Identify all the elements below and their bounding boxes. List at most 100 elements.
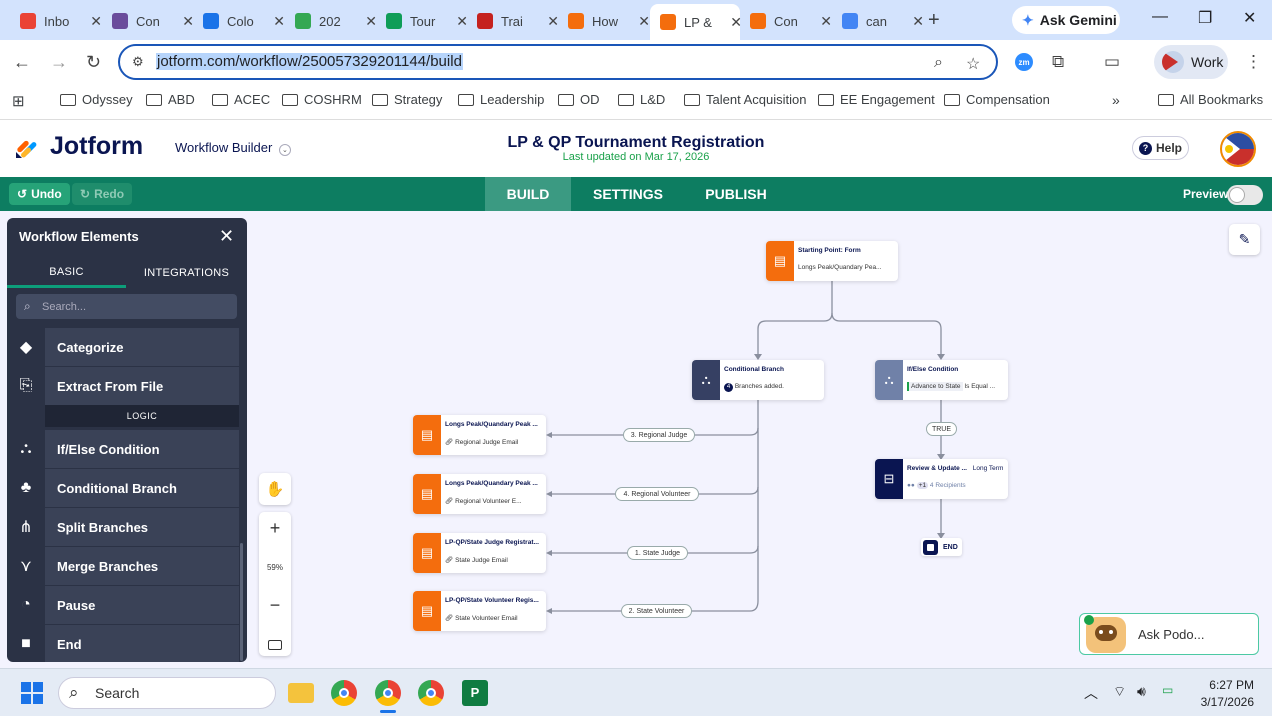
conditional-branch-node[interactable]: ⛬ Conditional Branch 4 Branches added. — [692, 360, 824, 400]
bookmark-folder[interactable]: OD — [558, 92, 600, 107]
close-window-icon[interactable]: ✕ — [1243, 8, 1256, 28]
bookmark-folder[interactable]: Leadership — [458, 92, 544, 107]
panel-item[interactable]: ⋎ Merge Branches — [7, 547, 239, 585]
tab-close-icon[interactable]: ✕ — [182, 13, 194, 30]
panel-item[interactable]: ◔ Pause — [7, 586, 239, 624]
browser-tab[interactable]: 202 ✕ — [295, 8, 377, 34]
tab-close-icon[interactable]: ✕ — [730, 14, 742, 31]
browser-tab[interactable]: LP & ✕ — [650, 4, 742, 40]
bookmark-star-icon[interactable]: ☆ — [966, 54, 980, 74]
tab-close-icon[interactable]: ✕ — [820, 13, 832, 30]
restore-icon[interactable]: ❐ — [1198, 8, 1212, 28]
windows-start-icon[interactable] — [21, 682, 43, 704]
tab-settings[interactable]: SETTINGS — [578, 177, 678, 211]
tab-close-icon[interactable]: ✕ — [456, 13, 468, 30]
branch-label-pill[interactable]: 4. Regional Volunteer — [615, 487, 699, 501]
cast-tab-icon[interactable]: ▭ — [1104, 52, 1120, 72]
bookmark-folder[interactable]: COSHRM — [282, 92, 362, 107]
panel-item[interactable]: ⛬ If/Else Condition — [7, 430, 239, 468]
more-bookmarks-chevron-icon[interactable]: » — [1112, 92, 1120, 108]
panel-item[interactable]: ⎘ Extract From File — [7, 367, 239, 405]
tab-close-icon[interactable]: ✕ — [912, 13, 924, 30]
zoom-in-icon[interactable]: + — [270, 518, 281, 539]
bookmark-folder[interactable]: EE Engagement — [818, 92, 935, 107]
address-bar[interactable]: ⚙ jotform.com/workflow/250057329201144/b… — [118, 44, 998, 80]
system-clock[interactable]: 6:27 PM 3/17/2026 — [1198, 677, 1254, 711]
wifi-icon[interactable]: ⌔ — [1113, 683, 1126, 701]
user-avatar[interactable] — [1220, 131, 1256, 167]
tab-build[interactable]: BUILD — [485, 177, 571, 211]
forward-arrow-icon[interactable]: → — [50, 52, 68, 73]
reload-icon[interactable]: ↻ — [86, 52, 101, 73]
end-node[interactable]: END — [921, 538, 962, 556]
redo-button[interactable]: ↻ Redo — [72, 183, 133, 205]
extensions-puzzle-icon[interactable]: ⧉ — [1052, 52, 1064, 72]
theme-brush-icon[interactable]: ✎ — [1229, 224, 1260, 255]
bookmark-folder[interactable]: L&D — [618, 92, 665, 107]
browser-tab[interactable]: How ✕ — [568, 8, 650, 34]
help-button[interactable]: ? Help — [1132, 136, 1189, 160]
browser-tab[interactable]: Tour ✕ — [386, 8, 468, 34]
tab-close-icon[interactable]: ✕ — [638, 13, 650, 30]
if-else-node[interactable]: ⛬ If/Else Condition Advance to State Is … — [875, 360, 1008, 400]
pan-hand-icon[interactable]: ✋ — [259, 473, 291, 505]
panel-item[interactable]: ♣ Conditional Branch — [7, 469, 239, 507]
apps-grid-icon[interactable]: ⊞ — [12, 92, 25, 110]
minimap-icon[interactable] — [268, 639, 282, 650]
bookmark-folder[interactable]: Compensation — [944, 92, 1050, 107]
tab-publish[interactable]: PUBLISH — [690, 177, 782, 211]
tab-integrations[interactable]: INTEGRATIONS — [126, 258, 247, 288]
panel-item[interactable]: ◆ Categorize — [7, 328, 239, 366]
all-bookmarks-button[interactable]: All Bookmarks — [1158, 92, 1263, 107]
send-email-node[interactable]: ▤ Longs Peak/Quandary Peak ... 🔗︎ Regional… — [413, 415, 546, 455]
zoom-magnifier-icon[interactable]: ⌕ — [934, 54, 943, 72]
send-email-node[interactable]: ▤ LP-QP/State Volunteer Regis... 🔗︎ State … — [413, 591, 546, 631]
chrome-work-icon[interactable] — [375, 680, 401, 706]
chrome-icon[interactable] — [331, 680, 357, 706]
branch-label-pill[interactable]: 1. State Judge — [627, 546, 688, 560]
bookmark-folder[interactable]: ABD — [146, 92, 195, 107]
panel-scrollbar[interactable] — [240, 543, 243, 661]
tab-close-icon[interactable]: ✕ — [90, 13, 102, 30]
tab-close-icon[interactable]: ✕ — [273, 13, 285, 30]
zoom-out-icon[interactable]: − — [270, 595, 281, 616]
browser-tab[interactable]: Inbo ✕ — [20, 8, 102, 34]
ask-podo-button[interactable]: Ask Podo... — [1079, 613, 1259, 655]
panel-item[interactable]: ■ End — [7, 625, 239, 662]
browser-tab[interactable]: Con ✕ — [112, 8, 194, 34]
tab-close-icon[interactable]: ✕ — [365, 13, 377, 30]
undo-button[interactable]: ↺ Undo — [9, 183, 70, 205]
form-title[interactable]: LP & QP Tournament Registration — [0, 134, 1272, 152]
taskbar-search[interactable]: ⌕ Search — [58, 677, 276, 709]
tab-close-icon[interactable]: ✕ — [547, 13, 559, 30]
excel-icon[interactable]: P — [462, 680, 488, 706]
branch-label-pill[interactable]: 3. Regional Judge — [623, 428, 695, 442]
preview-toggle[interactable] — [1227, 185, 1263, 205]
profile-button[interactable]: Work — [1154, 45, 1228, 79]
back-arrow-icon[interactable]: ← — [13, 52, 31, 73]
start-form-node[interactable]: ▤ Starting Point: Form Longs Peak/Quanda… — [766, 241, 898, 281]
zoom-extension-icon[interactable]: zm — [1015, 53, 1033, 71]
tab-basic[interactable]: BASIC — [7, 258, 126, 288]
browser-tab[interactable]: Trai ✕ — [477, 8, 559, 34]
bookmark-folder[interactable]: ACEC — [212, 92, 270, 107]
bookmark-folder[interactable]: Talent Acquisition — [684, 92, 806, 107]
bookmark-folder[interactable]: Strategy — [372, 92, 442, 107]
browser-tab[interactable]: can ✕ — [842, 8, 924, 34]
speaker-icon[interactable]: 🔊︎ — [1137, 683, 1146, 700]
site-settings-icon[interactable]: ⚙ — [132, 54, 144, 70]
send-email-node[interactable]: ▤ Longs Peak/Quandary Peak ... 🔗︎ Regional… — [413, 474, 546, 514]
branch-label-pill[interactable]: 2. State Volunteer — [621, 604, 692, 618]
browser-tab[interactable]: Colo ✕ — [203, 8, 285, 34]
battery-icon[interactable]: ▭ — [1162, 683, 1173, 697]
file-explorer-icon[interactable] — [288, 683, 314, 703]
close-icon[interactable]: ✕ — [219, 226, 234, 247]
chrome-menu-icon[interactable]: ⋮ — [1245, 52, 1262, 72]
chrome-profile-icon[interactable] — [418, 680, 444, 706]
new-tab-button[interactable]: + — [928, 9, 940, 32]
show-hidden-icons-chevron[interactable]: ︿ — [1084, 683, 1098, 703]
send-email-node[interactable]: ▤ LP-QP/State Judge Registrat... 🔗︎ State … — [413, 533, 546, 573]
browser-tab[interactable]: Con ✕ — [750, 8, 832, 34]
ask-gemini-button[interactable]: ✦ Ask Gemini — [1012, 6, 1120, 34]
bookmark-folder[interactable]: Odyssey — [60, 92, 133, 107]
